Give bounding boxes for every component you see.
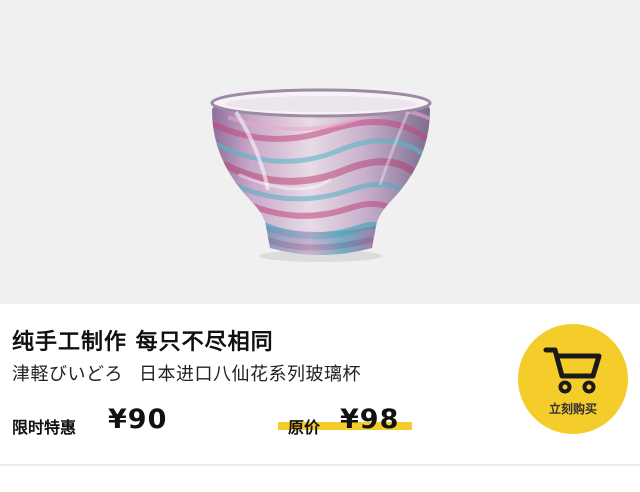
- product-image: [0, 0, 640, 304]
- shopping-cart-icon: [543, 347, 602, 394]
- product-info-panel: 纯手工制作 每只不尽相同 津軽びいどろ 日本进口八仙花系列玻璃杯 限时特惠 ¥90…: [0, 304, 640, 464]
- buy-now-button[interactable]: 立刻购买: [518, 324, 628, 434]
- glass-cup-image: [210, 88, 432, 262]
- sale-price: ¥90: [108, 404, 168, 435]
- product-headline: 纯手工制作 每只不尽相同: [12, 330, 274, 355]
- product-subtitle: 津軽びいどろ 日本进口八仙花系列玻璃杯: [12, 360, 361, 386]
- price-row: 限时特惠 ¥90 原价 ¥98: [12, 404, 432, 444]
- sale-label: 限时特惠: [12, 418, 77, 437]
- original-price-group: 原价 ¥98: [278, 404, 418, 444]
- product-brand: 津軽びいどろ: [12, 364, 123, 385]
- product-name: 日本进口八仙花系列玻璃杯: [139, 364, 361, 385]
- original-price-label: 原价: [288, 418, 321, 437]
- buy-now-label: 立刻购买: [548, 402, 597, 416]
- original-price: ¥98: [340, 404, 400, 435]
- divider: [0, 464, 640, 466]
